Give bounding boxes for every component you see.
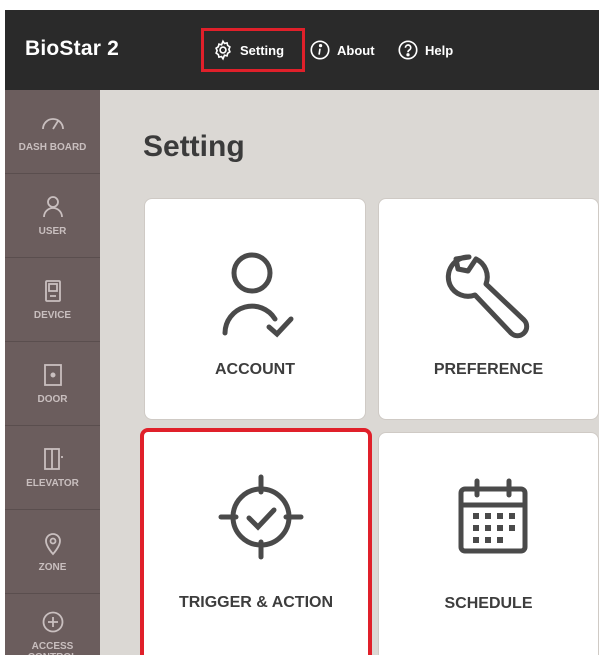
- card-trigger-action[interactable]: TRIGGER & ACTION: [140, 428, 372, 655]
- card-account[interactable]: ACCOUNT: [144, 198, 366, 420]
- elevator-icon: [43, 448, 63, 470]
- zone-icon: [44, 533, 61, 556]
- nav-help[interactable]: Help: [397, 10, 453, 90]
- door-icon: [43, 364, 62, 386]
- access-control-icon: [42, 611, 63, 632]
- nav-help-label: Help: [425, 42, 454, 58]
- calendar-icon: [458, 478, 528, 554]
- dashboard-icon: [41, 118, 64, 130]
- sidebar: DASH BOARD USER DEVICE DOOR ELEVATOR ZON…: [5, 90, 100, 655]
- app-window: BioStar 2 Setting About Help DASH BOARD …: [5, 10, 599, 655]
- sidebar-item-label: ZONE: [38, 562, 67, 573]
- sidebar-item-label: USER: [38, 226, 67, 237]
- user-icon: [42, 196, 63, 218]
- card-account-label: ACCOUNT: [215, 361, 295, 378]
- brand-logo[interactable]: BioStar 2: [25, 37, 119, 61]
- sidebar-item-dashboard[interactable]: DASH BOARD: [5, 90, 100, 174]
- account-icon: [222, 252, 294, 338]
- sidebar-item-zone[interactable]: ZONE: [5, 510, 100, 594]
- help-icon: [398, 40, 418, 60]
- info-icon: [310, 40, 330, 60]
- target-check-icon: [218, 474, 304, 560]
- sidebar-item-access-control[interactable]: ACCESS CONTROL: [5, 594, 100, 655]
- card-trigger-action-label: TRIGGER & ACTION: [178, 594, 334, 611]
- sidebar-item-door[interactable]: DOOR: [5, 342, 100, 426]
- gear-icon: [215, 39, 231, 61]
- sidebar-item-elevator[interactable]: ELEVATOR: [5, 426, 100, 510]
- card-schedule[interactable]: SCHEDULE: [378, 432, 599, 655]
- nav-about[interactable]: About: [309, 10, 375, 90]
- sidebar-item-label: DEVICE: [33, 310, 72, 321]
- nav-about-label: About: [337, 42, 375, 58]
- sidebar-item-label: DASH BOARD: [18, 142, 87, 153]
- wrench-icon: [445, 254, 530, 339]
- device-icon: [44, 280, 61, 302]
- card-preference[interactable]: PREFERENCE: [378, 198, 599, 420]
- sidebar-item-device[interactable]: DEVICE: [5, 258, 100, 342]
- sidebar-item-label: ELEVATOR: [26, 478, 79, 489]
- sidebar-item-label: ACCESS CONTROL: [28, 640, 77, 655]
- sidebar-item-user[interactable]: USER: [5, 174, 100, 258]
- card-preference-label: PREFERENCE: [433, 361, 544, 378]
- sidebar-item-label: DOOR: [37, 394, 68, 405]
- top-bar: BioStar 2 Setting About Help: [5, 10, 599, 90]
- nav-setting[interactable]: Setting: [201, 28, 305, 72]
- page-title: Setting: [143, 130, 245, 163]
- card-schedule-label: SCHEDULE: [444, 595, 533, 612]
- nav-setting-label: Setting: [240, 42, 285, 58]
